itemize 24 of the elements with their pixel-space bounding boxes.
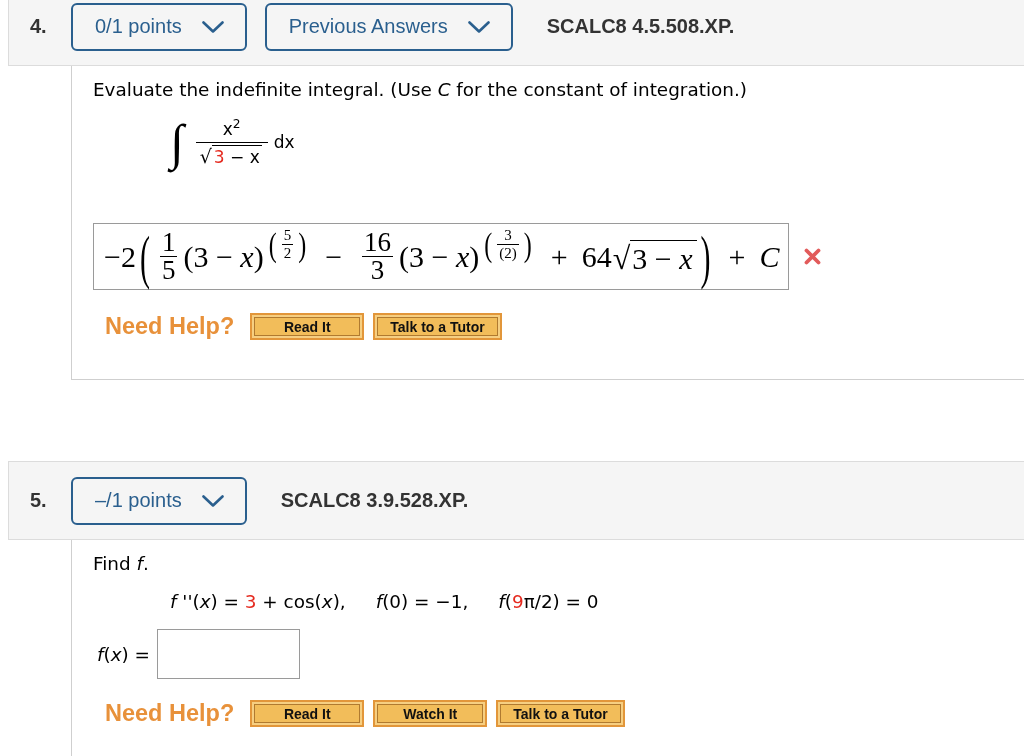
question-number: 4. [30, 15, 48, 38]
question-prompt: Evaluate the indefinite integral. (Use C for the constant of integration.) [93, 80, 748, 100]
chevron-down-icon [201, 20, 224, 33]
question-number: 5. [30, 489, 48, 512]
equation-text: f ''(x) = 3 + cos(x), [170, 592, 346, 612]
equation-text: f(0) = −1, [375, 592, 469, 612]
points-dropdown[interactable]: –/1 points [71, 476, 247, 525]
help-button[interactable]: Read It [250, 700, 365, 727]
chevron-down-icon [467, 20, 490, 33]
problem-code: SCALC8 3.9.528.XP. [280, 489, 469, 512]
help-button[interactable]: Talk to a Tutor [496, 700, 625, 727]
help-button[interactable]: Read It [250, 313, 365, 340]
need-help-label: Need Help? [105, 700, 235, 727]
points-dropdown[interactable]: 0/1 points [71, 2, 247, 51]
previous-answers-dropdown[interactable]: Previous Answers [264, 2, 513, 51]
chevron-down-icon [201, 494, 224, 507]
equation-text: f(9π/2) = 0 [498, 592, 599, 612]
answer-field[interactable] [157, 629, 300, 679]
help-button[interactable]: Watch It [373, 700, 488, 727]
problem-code: SCALC8 4.5.508.XP. [546, 15, 735, 38]
answer-label: f(x) = [97, 643, 150, 665]
need-help-label: Need Help? [105, 313, 235, 340]
question-prompt: Find f. [93, 554, 150, 574]
help-button[interactable]: Talk to a Tutor [373, 313, 502, 340]
